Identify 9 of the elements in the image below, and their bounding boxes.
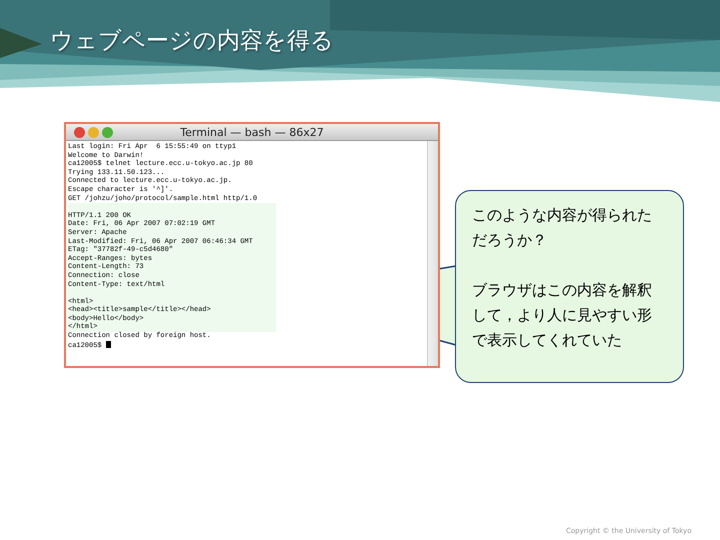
- callout-text: ブラウザはこの内容を解釈して，より人に見やすい形で表示してくれていた: [472, 280, 653, 351]
- callout-text: このような内容が得られただろうか？: [472, 205, 653, 251]
- close-icon[interactable]: [74, 126, 85, 138]
- minimize-icon[interactable]: [88, 126, 99, 138]
- slide-title: ウェブページの内容を得る: [50, 28, 334, 56]
- zoom-icon[interactable]: [102, 126, 113, 138]
- scroll-bar[interactable]: [427, 141, 438, 366]
- window-title: Terminal — bash — 86x27: [179, 124, 325, 140]
- cursor-icon: [106, 340, 111, 348]
